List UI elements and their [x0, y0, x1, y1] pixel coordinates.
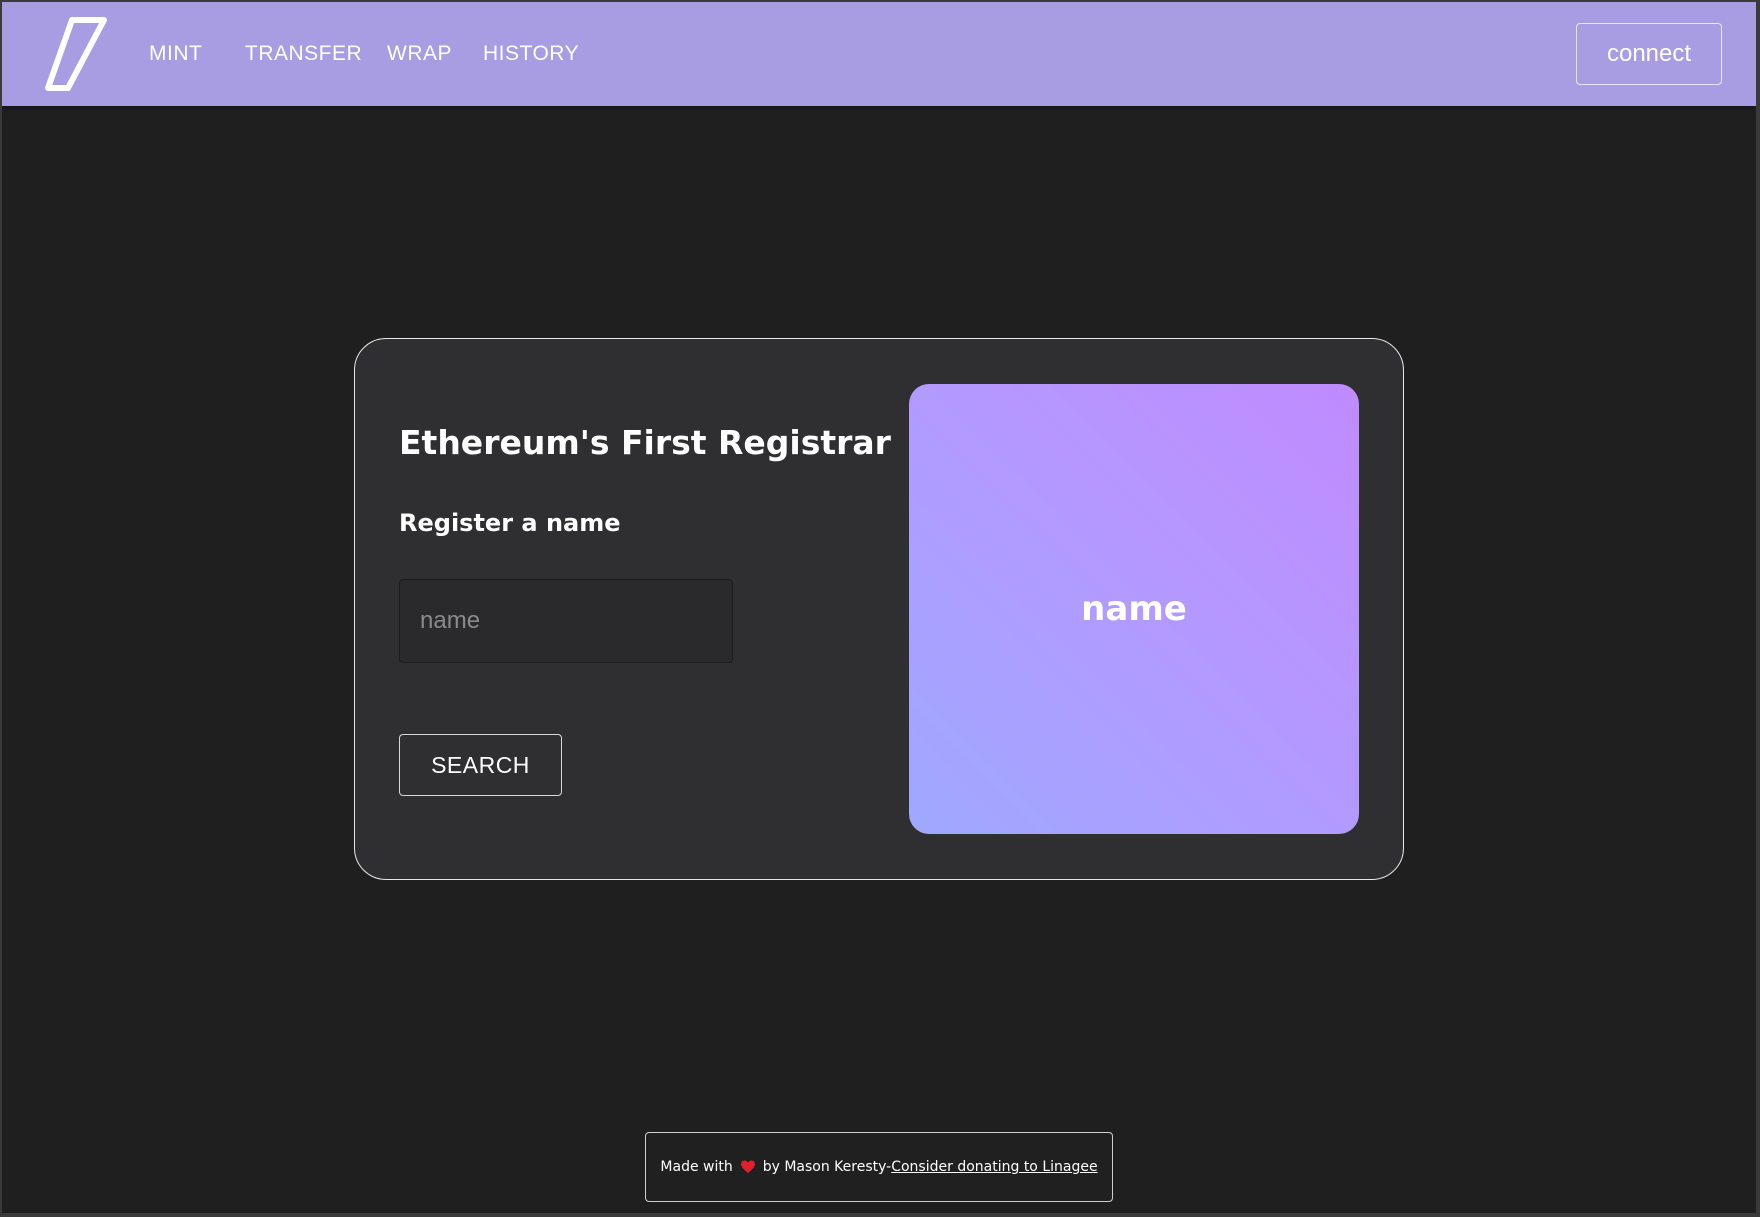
linagee-logo-icon[interactable]	[42, 16, 112, 92]
footer-made-with-text: Made with	[660, 1159, 733, 1175]
heart-icon	[740, 1159, 756, 1175]
search-button[interactable]: SEARCH	[399, 734, 562, 796]
nav-history-link[interactable]: HISTORY	[483, 42, 579, 66]
nav-mint-link[interactable]: MINT	[149, 42, 202, 66]
top-navbar: MINT TRANSFER WRAP HISTORY connect	[2, 2, 1756, 106]
name-preview-tile: name	[909, 384, 1359, 834]
name-search-input[interactable]	[399, 579, 733, 663]
register-subtitle: Register a name	[399, 509, 621, 537]
nav-transfer-link[interactable]: TRANSFER	[245, 42, 362, 66]
footer: Made with by Mason Keresty- Consider don…	[645, 1132, 1113, 1202]
page-title: Ethereum's First Registrar	[399, 423, 891, 462]
connect-wallet-button[interactable]: connect	[1576, 23, 1722, 85]
nav-wrap-link[interactable]: WRAP	[387, 42, 452, 66]
donate-link[interactable]: Consider donating to Linagee	[891, 1159, 1097, 1175]
app-window: MINT TRANSFER WRAP HISTORY connect Ether…	[2, 2, 1756, 1213]
register-card: Ethereum's First Registrar Register a na…	[354, 338, 1404, 880]
footer-author-text: by Mason Keresty-	[762, 1159, 892, 1175]
preview-name-text: name	[1081, 589, 1187, 629]
